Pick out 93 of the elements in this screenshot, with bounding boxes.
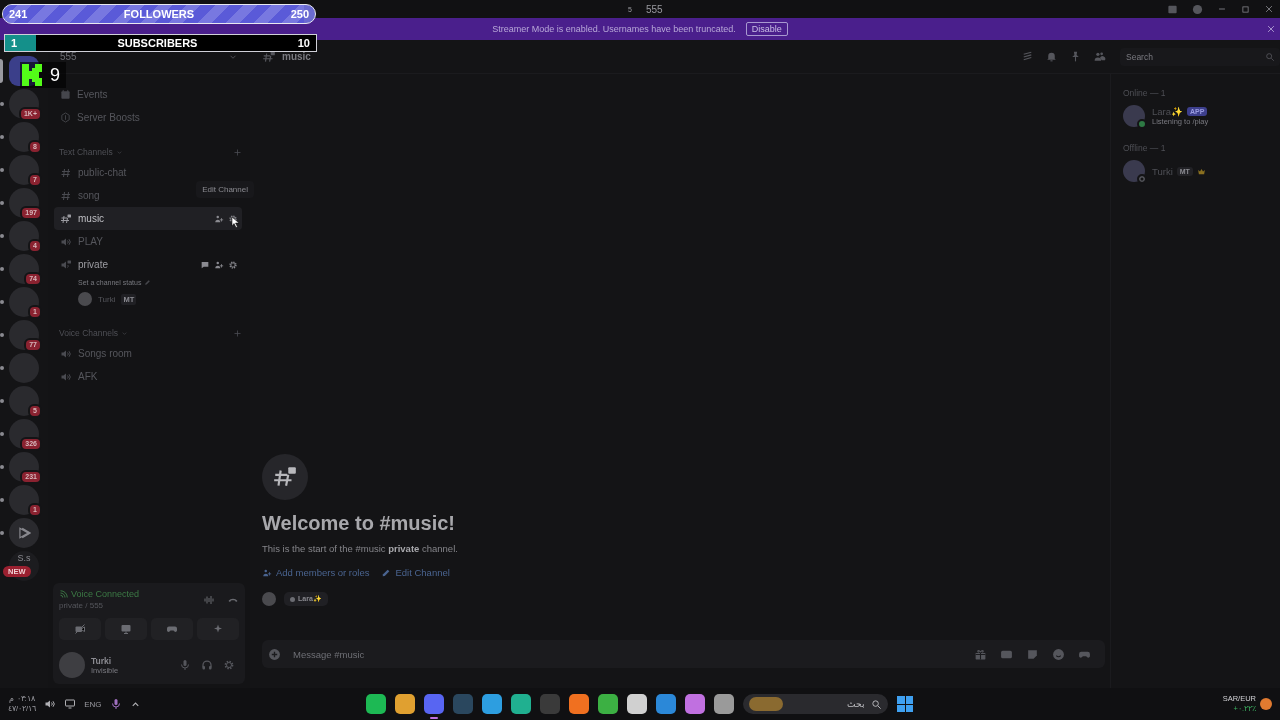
play-icon — [17, 526, 31, 540]
taskbar-app-icon[interactable] — [627, 694, 647, 714]
screen-share-icon — [120, 623, 132, 635]
user-avatar — [78, 292, 92, 306]
mouse-cursor-icon — [230, 216, 242, 228]
microphone-icon[interactable] — [109, 698, 122, 710]
language-indicator[interactable]: ENG — [84, 699, 102, 709]
sticker-icon[interactable] — [1026, 647, 1039, 661]
tooltip: Edit Channel — [196, 181, 254, 198]
plus-icon[interactable] — [233, 147, 242, 157]
channel-item[interactable]: PLAY — [54, 230, 242, 253]
search-text: بحث — [847, 699, 865, 709]
goal-current: 241 — [9, 8, 28, 20]
goal-label: FOLLOWERS — [123, 8, 195, 20]
taskbar-app-icon[interactable] — [656, 694, 676, 714]
threads-icon[interactable] — [1021, 50, 1034, 63]
welcome-action-link[interactable]: Edit Channel — [381, 567, 450, 578]
search-highlight-picture — [749, 697, 783, 711]
channel-item[interactable]: public-chat — [54, 161, 242, 184]
goal-label: SUBSCRIBERS — [117, 37, 198, 49]
goal-target: 250 — [290, 8, 309, 20]
bell-icon[interactable] — [1045, 50, 1058, 63]
display-icon[interactable] — [64, 698, 77, 710]
taskbar-app-icon[interactable] — [366, 694, 386, 714]
invite-icon — [262, 567, 272, 578]
close-icon[interactable] — [1266, 24, 1276, 34]
search-icon — [871, 698, 882, 710]
voice-action-button[interactable] — [59, 618, 101, 640]
pencil-icon — [144, 278, 152, 286]
disable-button[interactable]: Disable — [745, 22, 788, 36]
welcome-description: This is the start of the #music private channel. — [262, 543, 459, 554]
voice-member-name[interactable]: Turki — [98, 294, 116, 304]
search-icon — [1265, 51, 1275, 62]
plus-icon[interactable] — [233, 328, 242, 338]
chat-icon[interactable] — [200, 259, 210, 270]
server-name: 555 — [60, 51, 77, 62]
invite-icon[interactable] — [214, 259, 224, 270]
window-title: 555 — [645, 3, 663, 15]
taskbar-app-icon[interactable] — [482, 694, 502, 714]
member-name[interactable]: Turki — [1152, 165, 1173, 177]
username: Turki — [91, 655, 113, 666]
goal-current: 1 — [11, 37, 18, 49]
voice-action-button[interactable] — [105, 618, 147, 640]
add-icon[interactable] — [268, 647, 281, 661]
message-input[interactable]: Message #music — [291, 647, 964, 661]
microphone-icon[interactable] — [179, 659, 191, 671]
invite-icon[interactable] — [214, 213, 224, 224]
user-avatar — [59, 652, 85, 678]
sidebar-item[interactable]: Events — [54, 83, 242, 106]
speaker-icon[interactable] — [44, 698, 57, 710]
welcome-action-link[interactable]: Add members or roles — [262, 567, 370, 578]
taskbar-app-icon[interactable] — [569, 694, 589, 714]
logo-icon — [22, 64, 42, 86]
start-button[interactable] — [897, 696, 913, 712]
locked-speaker-icon — [60, 258, 72, 271]
camera-off-icon — [74, 623, 86, 635]
goal-target: 10 — [297, 37, 310, 49]
taskbar-app-icon[interactable] — [714, 694, 734, 714]
close-icon[interactable] — [1264, 4, 1274, 14]
taskbar-search[interactable]: بحث — [743, 694, 888, 714]
taskbar-app-icon[interactable] — [511, 694, 531, 714]
banner-text: Streamer Mode is enabled. Usernames have been truncated. — [492, 24, 736, 34]
user-avatar — [262, 592, 276, 606]
channel-item[interactable]: private — [54, 253, 242, 276]
welcome-title: Welcome to #music! — [262, 512, 457, 535]
taskbar-app-icon[interactable] — [395, 694, 415, 714]
shield-icon — [60, 112, 71, 123]
maximize-icon[interactable] — [1241, 4, 1250, 14]
message-bar[interactable]: Message #music — [262, 640, 1105, 668]
emoji-icon[interactable] — [1052, 647, 1065, 661]
taskbar-app-icon[interactable] — [685, 694, 705, 714]
member-name[interactable]: Lara✨ — [1152, 106, 1183, 117]
inbox-icon[interactable] — [1167, 3, 1178, 15]
calendar-icon — [60, 89, 71, 100]
pencil-icon — [381, 567, 392, 578]
hash-icon — [60, 166, 72, 179]
taskbar-app-icon[interactable] — [598, 694, 618, 714]
search-field[interactable]: Search — [1120, 47, 1280, 66]
chevron-icon — [121, 329, 129, 337]
channel-title: music — [282, 51, 311, 62]
voice-status: Voice Connected — [71, 589, 140, 599]
hash-icon — [60, 189, 72, 202]
members-icon[interactable] — [1093, 50, 1106, 63]
headphones-icon[interactable] — [201, 659, 213, 671]
locked-hash-icon — [262, 49, 276, 64]
chevron-icon — [115, 148, 123, 156]
voice-action-button[interactable] — [151, 618, 193, 640]
locked-hash-icon — [60, 212, 72, 225]
gift-icon[interactable] — [974, 647, 987, 661]
channel-item[interactable]: Songs room — [54, 342, 242, 365]
signal-icon — [59, 589, 68, 599]
channel-item[interactable]: AFK — [54, 365, 242, 388]
sidebar-item[interactable]: Server Boosts — [54, 106, 242, 129]
